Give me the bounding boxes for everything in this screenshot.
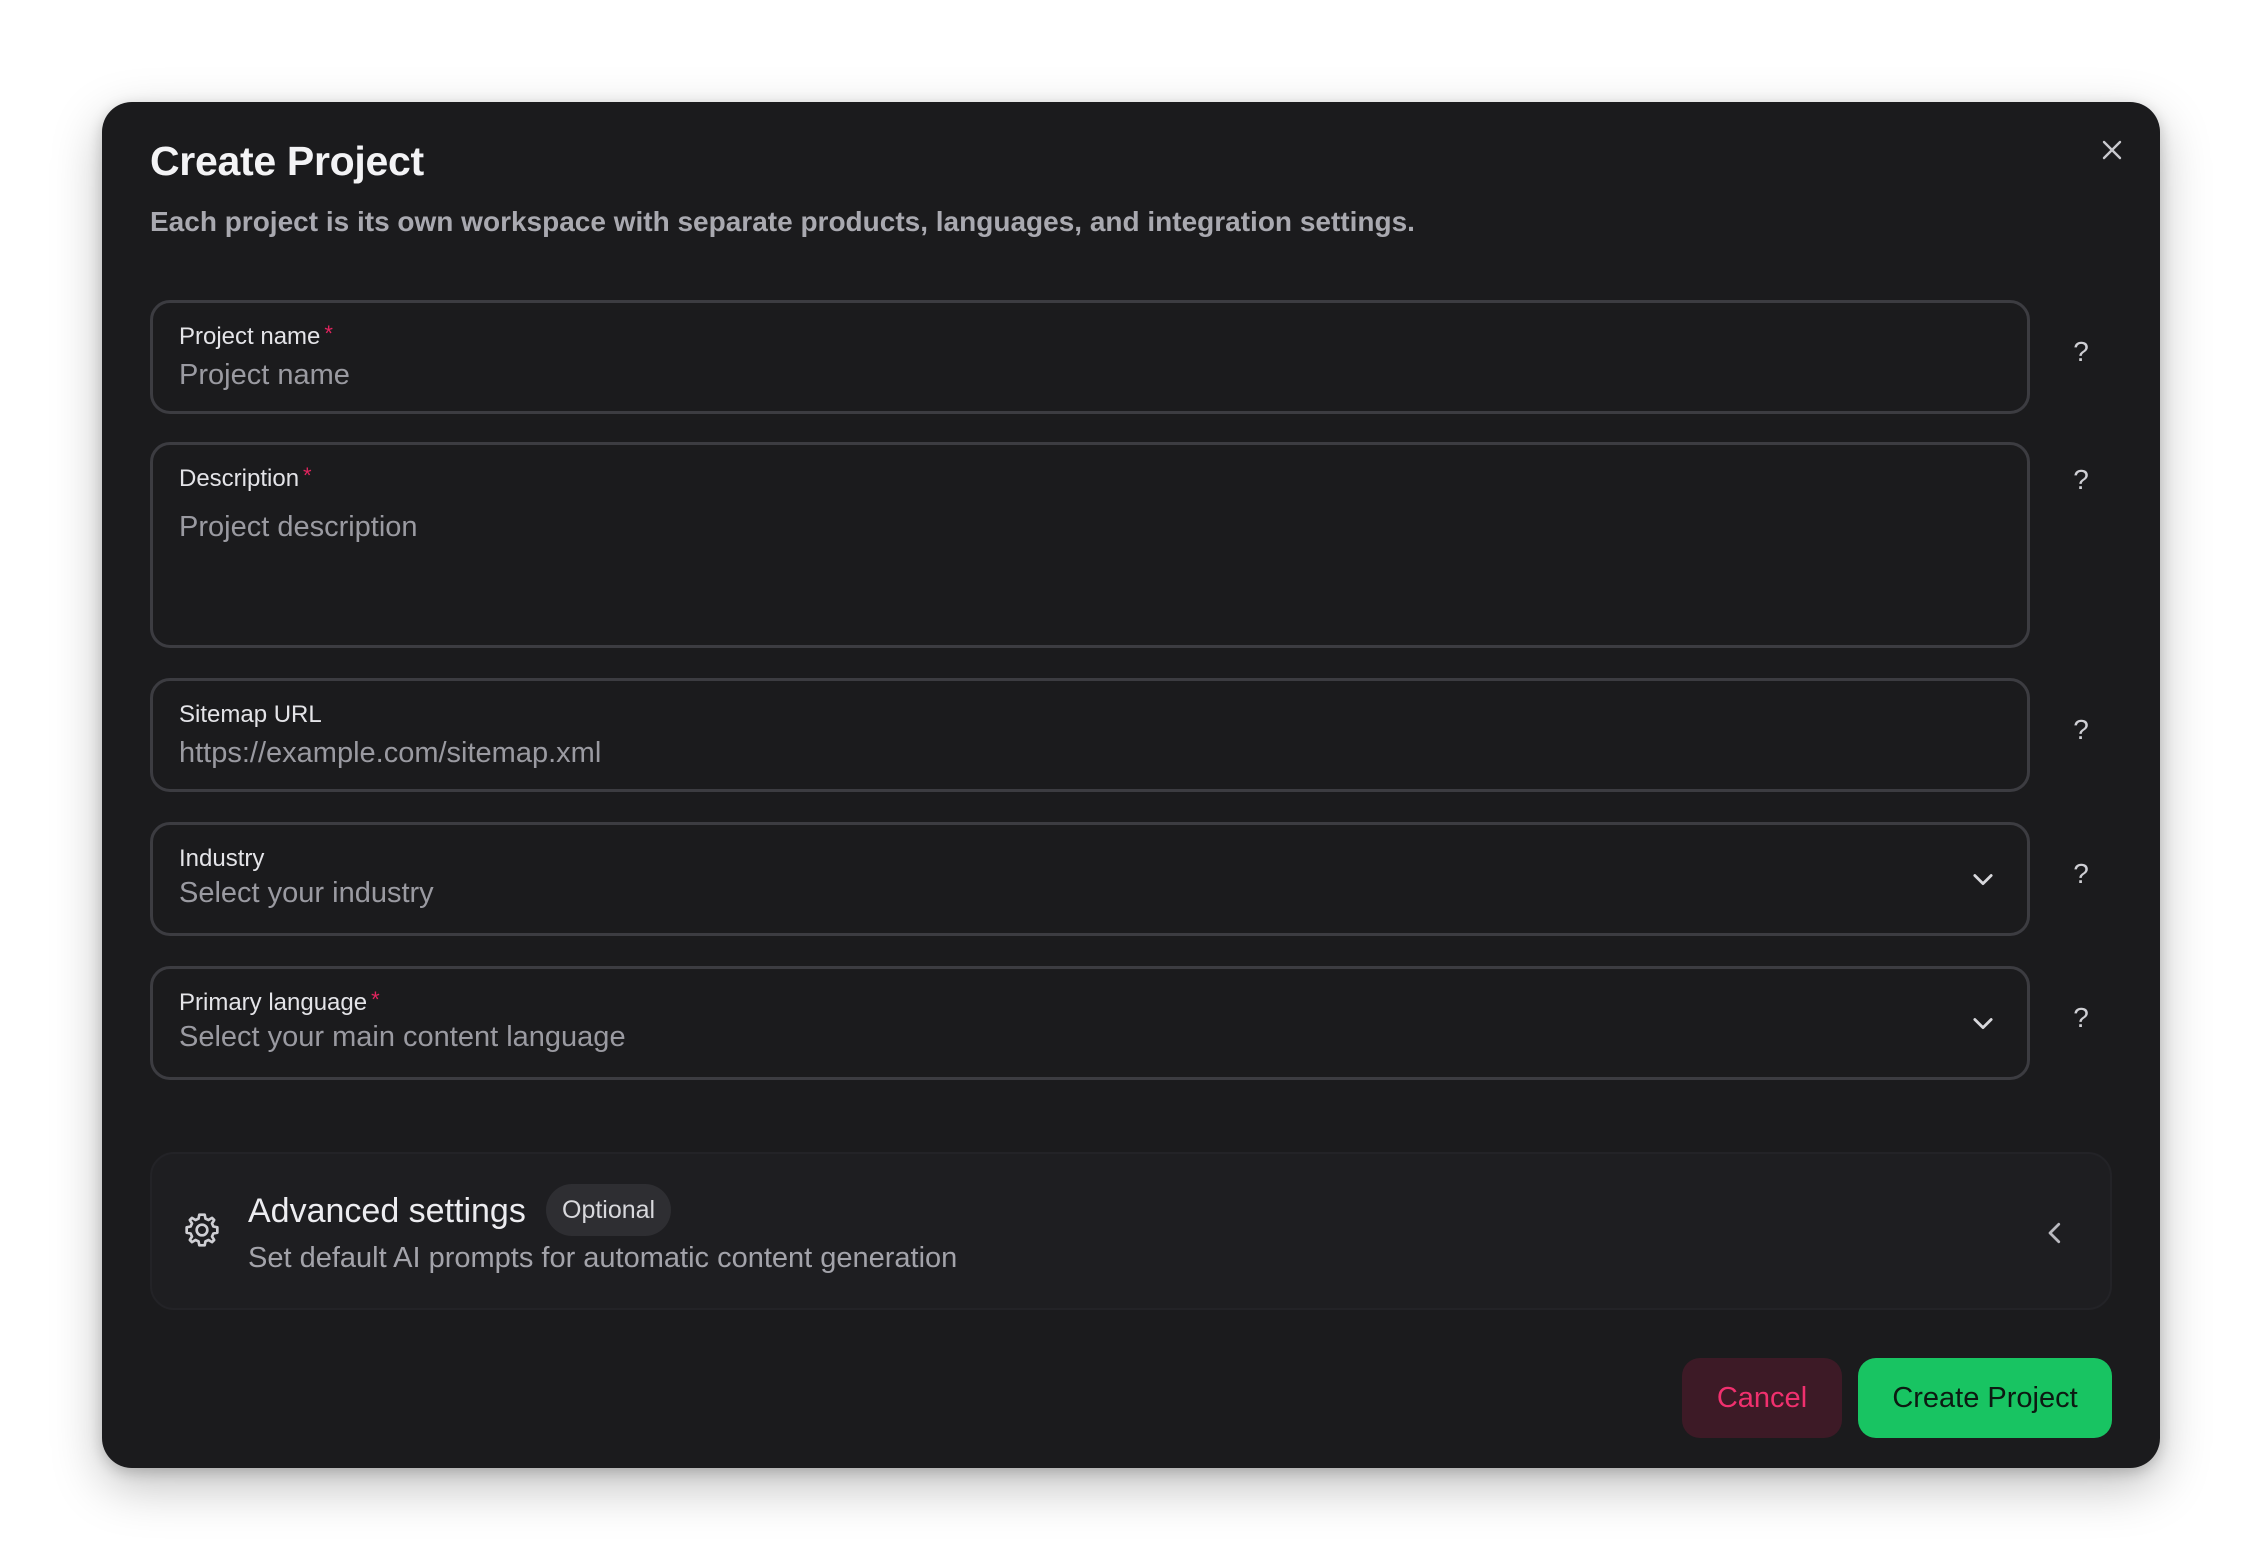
chevron-left-icon [2048, 1222, 2061, 1244]
description-field[interactable]: Description * [150, 442, 2030, 648]
sitemap-url-input[interactable] [179, 733, 1959, 773]
project-name-input[interactable] [179, 355, 1959, 395]
sitemap-url-help-icon[interactable]: ? [2066, 714, 2096, 746]
sitemap-url-field[interactable]: Sitemap URL [150, 678, 2030, 792]
create-project-button[interactable]: Create Project [1858, 1358, 2112, 1438]
optional-badge: Optional [546, 1184, 672, 1236]
description-label: Description * [179, 463, 312, 492]
cancel-button[interactable]: Cancel [1682, 1358, 1842, 1438]
required-marker: * [303, 463, 312, 488]
description-textarea[interactable] [179, 509, 1959, 629]
industry-label: Industry [179, 845, 265, 872]
industry-selected-value: Select your industry [179, 877, 434, 909]
primary-language-label: Primary language * [179, 987, 380, 1016]
primary-language-select[interactable]: Primary language * Select your main conte… [150, 966, 2030, 1080]
chevron-down-icon [1973, 874, 1993, 886]
industry-help-icon[interactable]: ? [2066, 858, 2096, 890]
advanced-settings-description: Set default AI prompts for automatic con… [248, 1242, 958, 1274]
gear-icon [185, 1213, 219, 1247]
dialog-title: Create Project [150, 138, 424, 184]
chevron-down-icon [1973, 1018, 1993, 1030]
project-name-label: Project name * [179, 321, 333, 350]
sitemap-url-label: Sitemap URL [179, 701, 322, 728]
advanced-settings-title: Advanced settings [248, 1192, 526, 1230]
close-icon [2102, 140, 2122, 160]
dialog-subtitle: Each project is its own workspace with s… [150, 206, 1415, 237]
required-marker: * [324, 321, 333, 346]
create-project-dialog: Create Project Each project is its own w… [102, 102, 2160, 1468]
industry-select[interactable]: Industry Select your industry [150, 822, 2030, 936]
primary-language-selected-value: Select your main content language [179, 1021, 626, 1053]
project-name-field[interactable]: Project name * [150, 300, 2030, 414]
advanced-settings-toggle[interactable]: Advanced settings Optional Set default A… [150, 1152, 2112, 1310]
primary-language-help-icon[interactable]: ? [2066, 1002, 2096, 1034]
project-name-help-icon[interactable]: ? [2066, 336, 2096, 368]
description-help-icon[interactable]: ? [2066, 464, 2096, 496]
close-button[interactable] [2090, 128, 2134, 172]
required-marker: * [371, 987, 380, 1012]
